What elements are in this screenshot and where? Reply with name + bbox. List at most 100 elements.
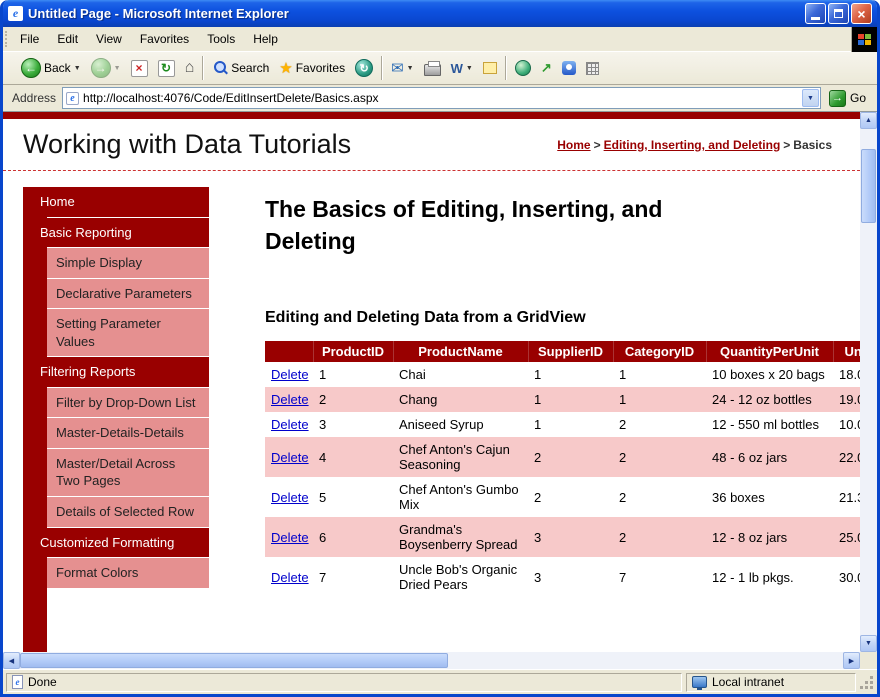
history-button[interactable]: ↻ [351,57,377,79]
mail-button[interactable]: ✉ ▼ [387,57,418,79]
header-productid: ProductID [313,341,393,362]
sidebar-item-customized-formatting[interactable]: Customized Formatting [31,528,209,558]
menu-edit[interactable]: Edit [48,27,87,51]
address-label: Address [8,91,56,105]
breadcrumb-separator: > [591,138,604,152]
sidebar-item-filter-by-dropdown-list[interactable]: Filter by Drop-Down List [47,388,209,418]
cell-quantityperunit: 12 - 1 lb pkgs. [706,557,833,597]
breadcrumb-separator: > [780,138,793,152]
chevron-down-icon: ▼ [114,65,121,72]
chevron-down-icon: ▼ [407,65,414,72]
table-row: Delete 4 Chef Anton's Cajun Seasoning 2 … [265,437,860,477]
cell-quantityperunit: 12 - 8 oz jars [706,517,833,557]
delete-link[interactable]: Delete [271,392,309,407]
scroll-right-button[interactable]: ▶ [843,652,860,669]
header-productname: ProductName [393,341,528,362]
cell-categoryid: 2 [613,437,706,477]
cell-unitprice: 25.0 [833,517,860,557]
edit-button[interactable]: W ▼ [447,59,477,78]
back-icon: ← [21,58,41,78]
address-input[interactable] [79,91,802,105]
horizontal-scrollbar[interactable]: ◀ ▶ [3,652,860,669]
horizontal-scroll-track[interactable] [20,652,843,669]
delete-link[interactable]: Delete [271,417,309,432]
address-dropdown-button[interactable]: ▼ [802,89,819,107]
history-icon: ↻ [355,59,373,77]
menu-favorites[interactable]: Favorites [131,27,198,51]
delete-link[interactable]: Delete [271,450,309,465]
sidebar-item-declarative-parameters[interactable]: Declarative Parameters [47,279,209,309]
cell-supplierid: 1 [528,412,613,437]
sidebar-item-master-details-details[interactable]: Master-Details-Details [47,418,209,448]
horizontal-scroll-thumb[interactable] [20,653,448,668]
close-button[interactable]: × [851,3,872,24]
toolbar-grip[interactable] [5,31,9,47]
window-title: Untitled Page - Microsoft Internet Explo… [28,6,803,21]
cell-productid: 4 [313,437,393,477]
messenger-button[interactable] [558,59,580,77]
address-bar: Address e ▼ → Go [3,85,877,112]
vertical-scroll-track[interactable] [860,129,877,635]
go-button[interactable]: → Go [827,89,872,108]
scroll-left-button[interactable]: ◀ [3,652,20,669]
favorites-button[interactable]: ★ Favorites [275,57,349,79]
menu-help[interactable]: Help [244,27,287,51]
sidebar-item-details-of-selected-row[interactable]: Details of Selected Row [47,497,209,527]
sidebar-item-format-colors[interactable]: Format Colors [47,558,209,588]
chevron-down-icon: ▼ [466,65,473,72]
resize-grip[interactable] [860,674,874,690]
discuss-button[interactable] [479,60,501,76]
delete-link[interactable]: Delete [271,367,309,382]
zone-label: Local intranet [712,675,784,689]
sidebar-item-basic-reporting[interactable]: Basic Reporting [31,218,209,248]
sidebar-item-filtering-reports[interactable]: Filtering Reports [31,357,209,387]
refresh-button[interactable]: ↻ [154,58,179,79]
menu-tools[interactable]: Tools [198,27,244,51]
cell-supplierid: 1 [528,387,613,412]
cell-productname: Grandma's Boysenberry Spread [393,517,528,557]
delete-link[interactable]: Delete [271,530,309,545]
breadcrumb-section-link[interactable]: Editing, Inserting, and Deleting [604,138,781,152]
cell-supplierid: 3 [528,517,613,557]
home-button[interactable]: ⌂ [181,58,199,78]
sidebar-item-simple-display[interactable]: Simple Display [47,248,209,278]
page-top-band [3,112,860,119]
maximize-button[interactable] [828,3,849,24]
forward-button[interactable]: → ▼ [87,56,125,80]
sidebar-item-master-detail-two-pages[interactable]: Master/Detail Across Two Pages [47,449,209,496]
search-button[interactable]: Search [208,58,273,78]
address-input-box: e ▼ [62,87,821,109]
header-categoryid: CategoryID [613,341,706,362]
cell-productid: 2 [313,387,393,412]
delete-link[interactable]: Delete [271,490,309,505]
sidebar-item-home[interactable]: Home [31,187,209,217]
sidebar-item-setting-parameter-values[interactable]: Setting Parameter Values [47,309,209,356]
delete-link[interactable]: Delete [271,570,309,585]
discuss-icon [483,62,497,74]
chevron-down-icon: ▼ [74,65,81,72]
cell-categoryid: 2 [613,517,706,557]
standard-toolbar: ← Back ▼ → ▼ × ↻ ⌂ Search ★ Favorites ↻ [3,52,877,85]
grid-tool-button[interactable] [582,60,603,77]
scroll-up-button[interactable]: ▲ [860,112,877,129]
menu-file[interactable]: File [11,27,48,51]
launch-button[interactable]: ↗ [537,58,556,78]
breadcrumb-home-link[interactable]: Home [557,138,590,152]
cell-productid: 1 [313,362,393,387]
print-button[interactable] [420,58,445,78]
menu-view[interactable]: View [87,27,131,51]
minimize-icon [811,17,820,20]
vertical-scrollbar[interactable]: ▲ ▼ [860,112,877,652]
word-edit-icon: W [451,61,463,76]
minimize-button[interactable] [805,3,826,24]
search-icon [212,60,228,76]
research-button[interactable] [511,58,535,78]
header-quantityperunit: QuantityPerUnit [706,341,833,362]
forward-icon: → [91,58,111,78]
scroll-down-button[interactable]: ▼ [860,635,877,652]
stop-button[interactable]: × [127,58,152,79]
vertical-scroll-thumb[interactable] [861,149,876,223]
page-title: The Basics of Editing, Inserting, and De… [265,193,745,257]
breadcrumb: Home>Editing, Inserting, and Deleting>Ba… [557,138,832,152]
back-button[interactable]: ← Back ▼ [17,56,85,80]
